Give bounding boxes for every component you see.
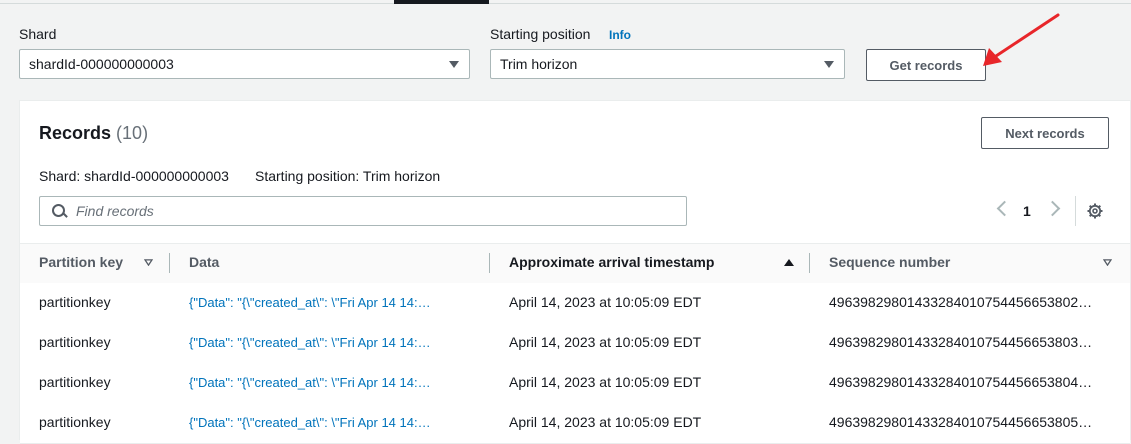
timestamp-cell: April 14, 2023 at 10:05:09 EDT	[509, 374, 702, 390]
shard-info: Shard: shardId-000000000003	[39, 168, 229, 184]
find-records-input[interactable]	[74, 202, 658, 220]
column-separator	[809, 253, 810, 273]
partition-key-cell: partitionkey	[39, 374, 111, 390]
data-cell-link[interactable]: {"Data": "{\"created_at\": \"Fri Apr 14 …	[189, 375, 469, 390]
shard-label: Shard	[19, 26, 57, 42]
active-tab-indicator	[394, 0, 489, 4]
gear-icon[interactable]	[1087, 203, 1103, 219]
info-link[interactable]: Info	[609, 28, 631, 42]
starting-position-select[interactable]: Trim horizon	[490, 49, 845, 79]
partition-key-cell: partitionkey	[39, 294, 111, 310]
timestamp-cell: April 14, 2023 at 10:05:09 EDT	[509, 414, 702, 430]
next-records-button[interactable]: Next records	[981, 117, 1109, 149]
page-number[interactable]: 1	[1023, 203, 1031, 219]
find-records-search[interactable]	[39, 196, 687, 226]
column-header-partition-key[interactable]: Partition key	[39, 254, 123, 270]
column-header-data[interactable]: Data	[189, 254, 219, 270]
caret-down-icon	[449, 61, 459, 68]
shard-select[interactable]: shardId-000000000003	[19, 49, 470, 79]
sequence-number-cell: 49639829801433284010754456653804…	[829, 374, 1093, 390]
timestamp-cell: April 14, 2023 at 10:05:09 EDT	[509, 334, 702, 350]
column-separator	[169, 253, 170, 273]
sort-descending-icon[interactable]	[144, 259, 153, 266]
data-cell-link[interactable]: {"Data": "{\"created_at\": \"Fri Apr 14 …	[189, 335, 469, 350]
sequence-number-cell: 49639829801433284010754456653803…	[829, 334, 1093, 350]
partition-key-cell: partitionkey	[39, 334, 111, 350]
data-cell-link[interactable]: {"Data": "{\"created_at\": \"Fri Apr 14 …	[189, 415, 469, 430]
sequence-number-cell: 4963982980143328401075445665380​2…	[829, 294, 1093, 310]
tabs-underline	[0, 0, 1131, 5]
starting-position-label: Starting position	[490, 26, 591, 42]
pagination-divider	[1075, 196, 1076, 226]
partition-key-cell: partitionkey	[39, 414, 111, 430]
get-records-button[interactable]: Get records	[866, 49, 986, 81]
caret-down-icon	[824, 61, 834, 68]
sequence-number-cell: 49639829801433284010754456653805…	[829, 414, 1093, 430]
red-arrow-annotation	[983, 13, 1060, 66]
column-header-sequence-number[interactable]: Sequence number	[829, 254, 950, 270]
sort-descending-icon[interactable]	[1103, 259, 1112, 266]
column-separator	[489, 253, 490, 273]
records-count: (10)	[116, 123, 149, 143]
data-cell-link[interactable]: {"Data": "{\"created_at\": \"Fri Apr 14 …	[189, 295, 469, 310]
records-title-text: Records	[39, 123, 112, 143]
tabs-divider	[0, 3, 1131, 4]
column-header-timestamp[interactable]: Approximate arrival timestamp	[509, 254, 714, 270]
timestamp-cell: April 14, 2023 at 10:05:09 EDT	[509, 294, 702, 310]
shard-select-value: shardId-000000000003	[29, 56, 174, 72]
search-icon	[40, 197, 74, 225]
sort-ascending-icon[interactable]	[784, 259, 794, 266]
starting-position-info: Starting position: Trim horizon	[255, 168, 441, 184]
records-title: Records (10)	[39, 123, 148, 144]
starting-position-select-value: Trim horizon	[500, 56, 578, 72]
